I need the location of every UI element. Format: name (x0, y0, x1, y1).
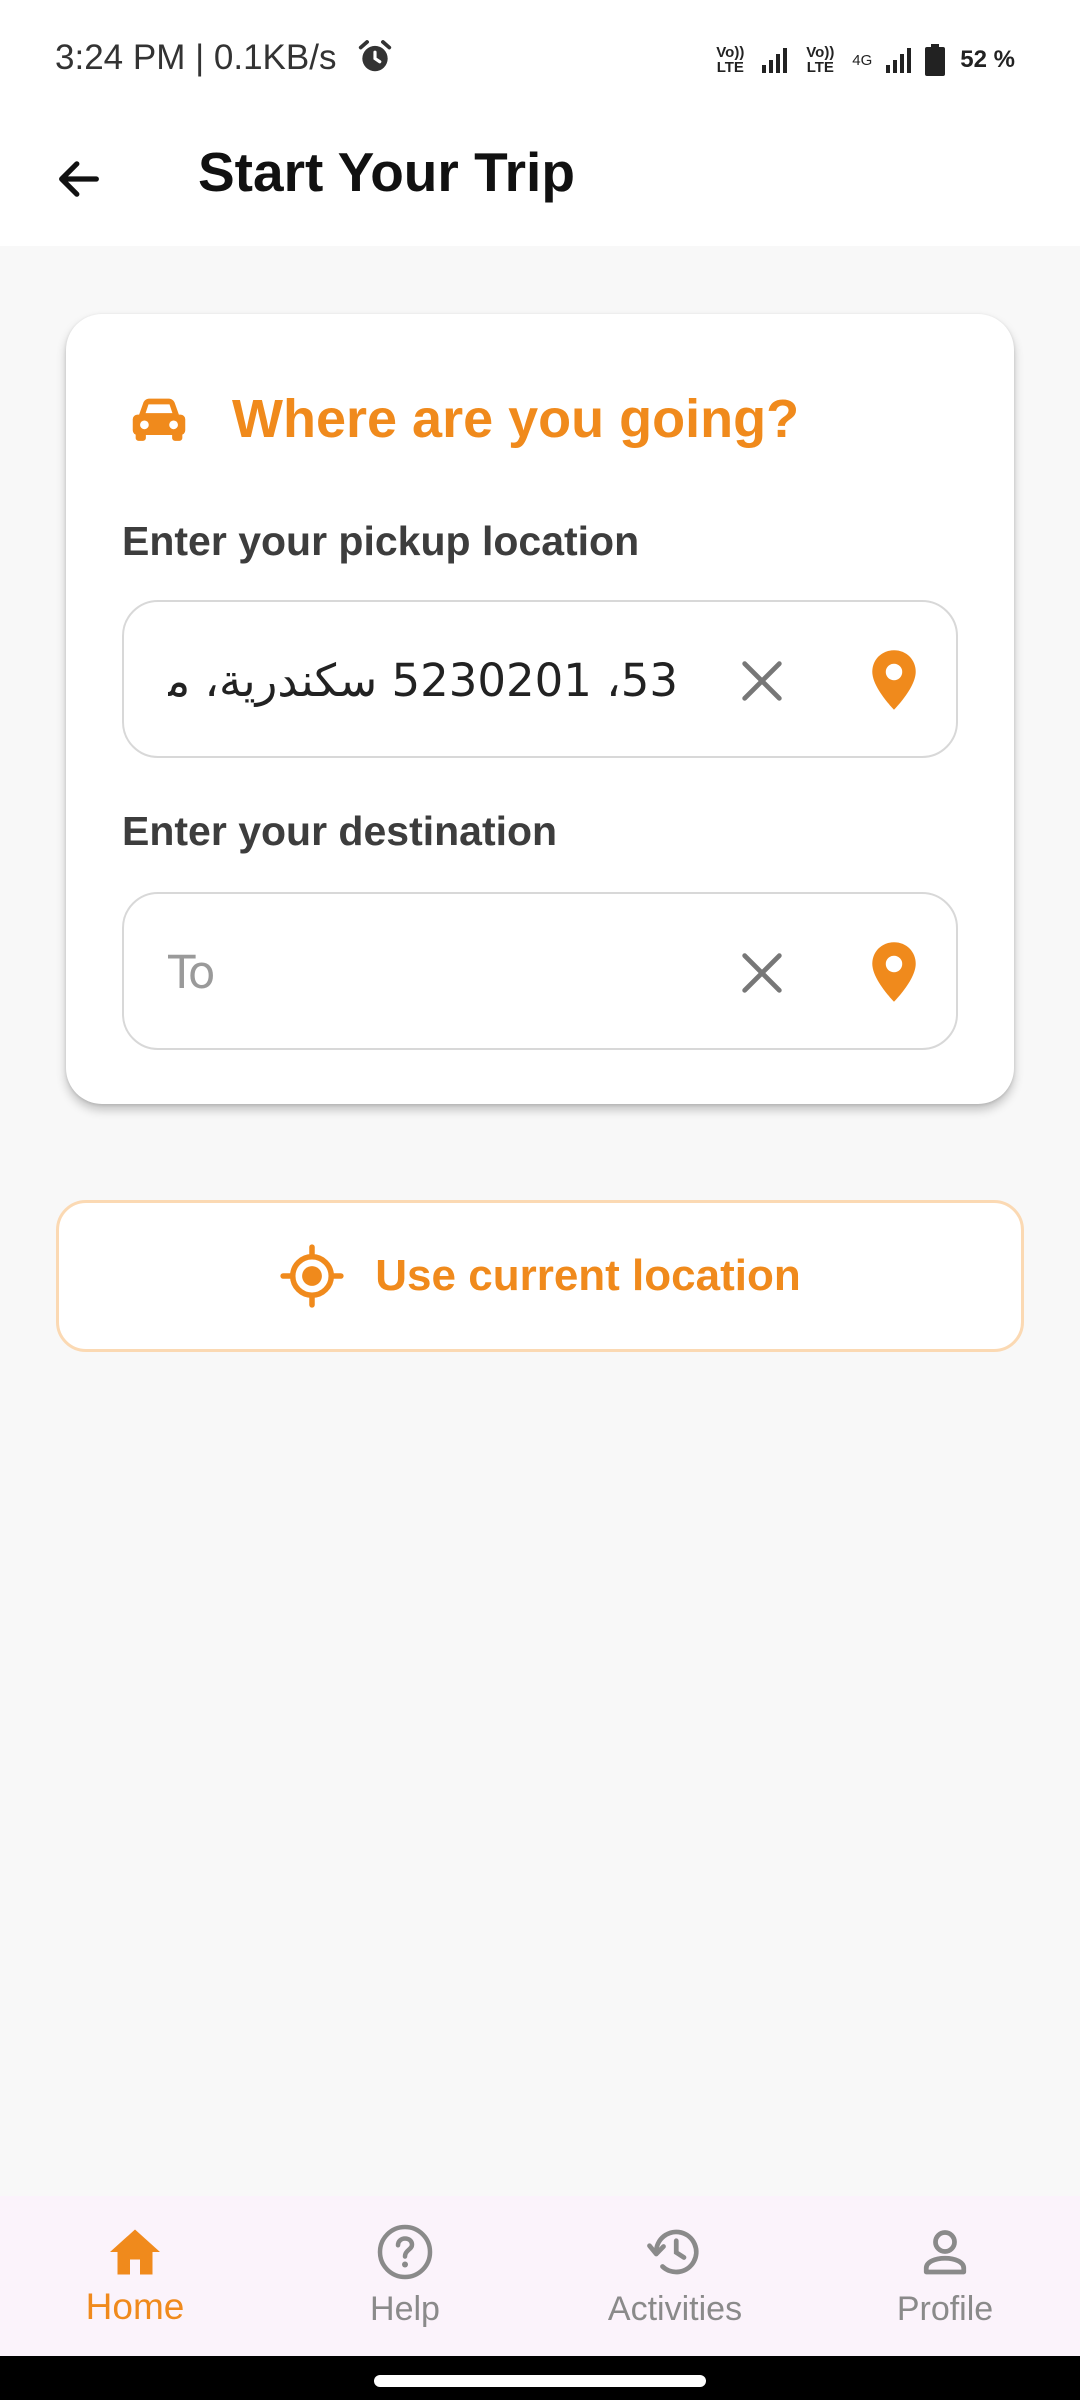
clear-pickup-icon[interactable] (736, 655, 788, 707)
person-icon (923, 2230, 967, 2275)
nav-profile[interactable]: Profile (810, 2196, 1080, 2356)
arrow-back-icon (59, 161, 99, 197)
card-header: Where are you going? (124, 374, 799, 464)
destination-input[interactable] (168, 942, 678, 1002)
app-bar: Start Your Trip (0, 118, 1080, 246)
status-time: 3:24 PM | 0.1KB/s (55, 38, 337, 77)
card-title: Where are you going? (232, 389, 800, 449)
battery-percent: 52 % (960, 46, 1015, 73)
back-button[interactable] (44, 144, 114, 214)
home-gesture-handle[interactable] (374, 2375, 706, 2387)
use-current-location-label: Use current location (375, 1251, 801, 1300)
destination-map-pin-icon[interactable] (866, 940, 922, 1004)
volte-sim2: Vo)) LTE (806, 44, 835, 76)
bottom-navigation: Home Help Activities Profile (0, 2196, 1080, 2356)
volte-sim1: Vo)) LTE (716, 44, 745, 76)
status-bar: 3:24 PM | 0.1KB/s Vo)) LTE Vo)) LTE 4G 5… (0, 0, 1080, 118)
pickup-label: Enter your pickup location (122, 518, 640, 564)
destination-field (122, 892, 958, 1050)
battery-icon (925, 44, 946, 76)
my-location-icon (280, 1244, 344, 1308)
nav-label-home: Home (85, 2286, 185, 2327)
status-indicators: Vo)) LTE Vo)) LTE 4G 52 % (710, 40, 1015, 80)
nav-label-profile: Profile (896, 2290, 994, 2328)
home-icon (110, 2229, 160, 2275)
nav-label-help: Help (370, 2290, 440, 2328)
signal-icon (762, 48, 788, 73)
pickup-input[interactable] (168, 650, 678, 710)
destination-label: Enter your destination (122, 808, 558, 854)
alarm-icon (358, 40, 392, 72)
help-icon (377, 2224, 433, 2280)
page-title: Start Your Trip (198, 141, 575, 203)
nav-label-activities: Activities (607, 2290, 743, 2328)
nav-activities[interactable]: Activities (540, 2196, 810, 2356)
clear-destination-icon[interactable] (736, 947, 788, 999)
use-current-location-button[interactable]: Use current location (56, 1200, 1024, 1352)
signal-icon (886, 48, 912, 73)
nav-help[interactable]: Help (270, 2196, 540, 2356)
pickup-map-pin-icon[interactable] (866, 648, 922, 712)
pickup-field (122, 600, 958, 758)
history-icon (647, 2229, 699, 2275)
trip-card: Where are you going? Enter your pickup l… (66, 314, 1014, 1104)
network-type: 4G (852, 51, 873, 69)
car-icon (132, 398, 186, 441)
nav-home[interactable]: Home (0, 2196, 270, 2356)
